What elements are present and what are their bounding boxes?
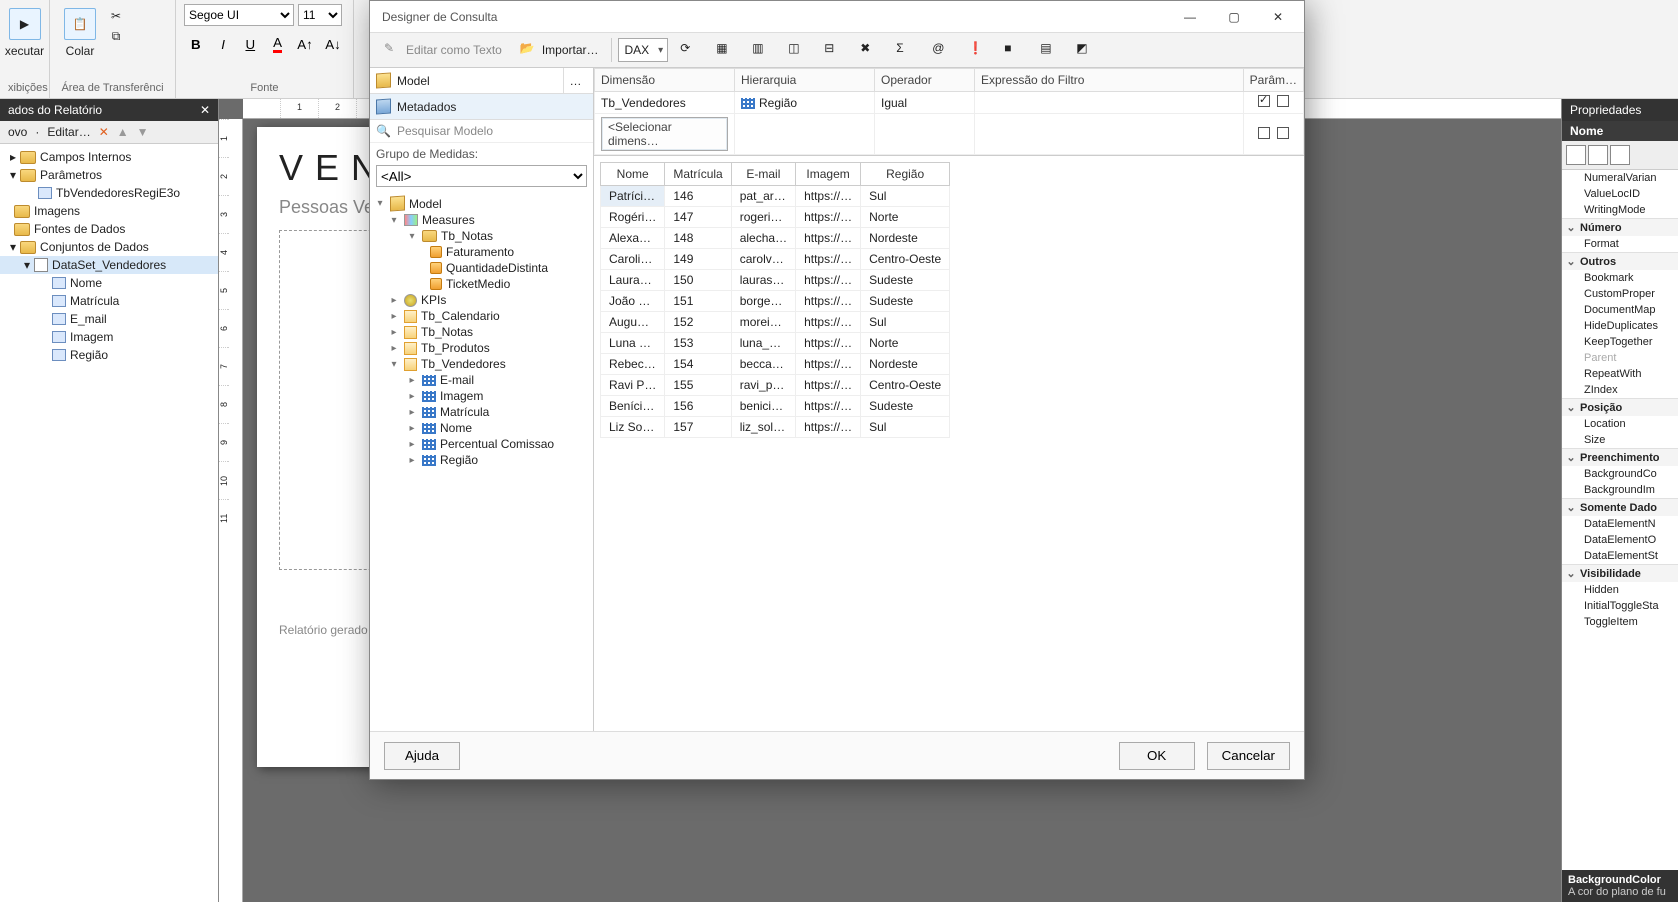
pencil-icon: ✎ bbox=[384, 41, 402, 59]
table-row[interactable]: Alexa…148alecha…https://…Nordeste bbox=[601, 228, 950, 249]
metadata-pane: Model … Metadados 🔍 Pesquisar Modelo Gru… bbox=[370, 68, 594, 731]
dimension-selector[interactable]: <Selecionar dimens… bbox=[601, 117, 728, 151]
query-icon: ◩ bbox=[1076, 41, 1094, 59]
search-icon: 🔍 bbox=[376, 124, 391, 138]
minimize-button[interactable]: — bbox=[1168, 2, 1212, 32]
design-mode-button[interactable]: ▤ bbox=[1034, 37, 1064, 63]
params-button[interactable]: @ bbox=[926, 37, 956, 63]
dimension-icon bbox=[404, 358, 417, 371]
delete-icon: ✖ bbox=[860, 41, 878, 59]
search-input[interactable]: Pesquisar Modelo bbox=[397, 124, 493, 138]
folder-open-icon: 📂 bbox=[520, 41, 538, 59]
close-button[interactable]: ✕ bbox=[1256, 2, 1300, 32]
alert-button[interactable]: ❗ bbox=[962, 37, 992, 63]
folder-icon bbox=[422, 230, 437, 242]
hierarchy-icon bbox=[422, 407, 436, 418]
metadata-tree[interactable]: ▾Model ▾Measures ▾Tb_Notas Faturamento Q… bbox=[370, 191, 593, 731]
measure-icon bbox=[430, 278, 442, 290]
kpi-icon bbox=[404, 294, 417, 307]
exclaim-icon: ❗ bbox=[968, 41, 986, 59]
sigma-icon: Σ bbox=[896, 41, 914, 59]
param-checkbox[interactable] bbox=[1258, 127, 1270, 139]
tb-btn-2[interactable]: ▦ bbox=[710, 37, 740, 63]
filter-row-new[interactable]: <Selecionar dimens… bbox=[595, 114, 1304, 155]
window-icon: ◫ bbox=[788, 41, 806, 59]
metadata-label: Metadados bbox=[397, 100, 456, 114]
param-checkbox-2[interactable] bbox=[1277, 127, 1289, 139]
hierarchy-icon bbox=[422, 423, 436, 434]
hierarchy-icon bbox=[741, 98, 755, 109]
dialog-toolbar: ✎ Editar como Texto 📂 Importar… DAX ⟳ ▦ … bbox=[370, 32, 1304, 68]
query-designer-dialog: Designer de Consulta — ▢ ✕ ✎ Editar como… bbox=[369, 0, 1305, 780]
table-row[interactable]: João …151borge…https://…Sudeste bbox=[601, 291, 950, 312]
metadata-icon bbox=[376, 98, 391, 114]
cube-icon bbox=[390, 195, 405, 211]
ok-button[interactable]: OK bbox=[1119, 742, 1195, 770]
dimension-icon bbox=[404, 310, 417, 323]
dialog-title: Designer de Consulta bbox=[382, 10, 497, 24]
tb-btn-4[interactable]: ◫ bbox=[782, 37, 812, 63]
refresh-icon: ⟳ bbox=[680, 41, 698, 59]
cancel-button[interactable]: Cancelar bbox=[1207, 742, 1290, 770]
dimension-icon bbox=[404, 342, 417, 355]
table-row[interactable]: Beníci…156benici…https://…Sudeste bbox=[601, 396, 950, 417]
measure-group-select[interactable]: <All> bbox=[376, 165, 587, 187]
query-mode-button[interactable]: ◩ bbox=[1070, 37, 1100, 63]
stop-button[interactable]: ■ bbox=[998, 37, 1028, 63]
language-select[interactable]: DAX bbox=[618, 38, 669, 62]
param-checkbox[interactable] bbox=[1258, 95, 1270, 107]
table-row[interactable]: Rogéri…147rogeri…https://…Norte bbox=[601, 207, 950, 228]
filter-grid[interactable]: Dimensão Hierarquia Operador Expressão d… bbox=[594, 68, 1304, 156]
table-row[interactable]: Augu…152morei…https://…Sul bbox=[601, 312, 950, 333]
edit-as-text-button[interactable]: ✎ Editar como Texto bbox=[378, 37, 508, 63]
import-button[interactable]: 📂 Importar… bbox=[514, 37, 605, 63]
table-row[interactable]: Patríci…146pat_ar…https://…Sul bbox=[601, 186, 950, 207]
table-row[interactable]: Ravi P…155ravi_p…https://…Centro-Oeste bbox=[601, 375, 950, 396]
grid-icon: ▦ bbox=[716, 41, 734, 59]
table-row[interactable]: Rebec…154becca…https://…Nordeste bbox=[601, 354, 950, 375]
model-ellipsis-button[interactable]: … bbox=[563, 68, 587, 94]
stop-icon: ■ bbox=[1004, 41, 1022, 59]
table-row[interactable]: Luna …153luna_…https://…Norte bbox=[601, 333, 950, 354]
refresh-button[interactable]: ⟳ bbox=[674, 37, 704, 63]
measure-icon bbox=[430, 246, 442, 258]
hierarchy-icon bbox=[422, 455, 436, 466]
filter-icon: ⊟ bbox=[824, 41, 842, 59]
dimension-icon bbox=[404, 326, 417, 339]
param-checkbox-2[interactable] bbox=[1277, 95, 1289, 107]
toggle-empty-button[interactable]: ⊟ bbox=[818, 37, 848, 63]
maximize-button[interactable]: ▢ bbox=[1212, 2, 1256, 32]
table-row[interactable]: Caroli…149carolv…https://…Centro-Oeste bbox=[601, 249, 950, 270]
tb-btn-3[interactable]: ▥ bbox=[746, 37, 776, 63]
param-icon: @ bbox=[932, 41, 950, 59]
table-row[interactable]: Liz So…157liz_sol…https://…Sul bbox=[601, 417, 950, 438]
result-grid[interactable]: Nome Matrícula E-mail Imagem Região Patr… bbox=[600, 162, 950, 438]
calc-button[interactable]: Σ bbox=[890, 37, 920, 63]
delete-button[interactable]: ✖ bbox=[854, 37, 884, 63]
design-icon: ▤ bbox=[1040, 41, 1058, 59]
model-label: Model bbox=[397, 74, 557, 88]
help-button[interactable]: Ajuda bbox=[384, 742, 460, 770]
hierarchy-icon bbox=[422, 391, 436, 402]
hierarchy-icon bbox=[422, 375, 436, 386]
filter-row[interactable]: Tb_Vendedores Região Igual bbox=[595, 92, 1304, 114]
table-row[interactable]: Laura…150lauras…https://…Sudeste bbox=[601, 270, 950, 291]
hierarchy-icon bbox=[422, 439, 436, 450]
measure-group-label: Grupo de Medidas: bbox=[370, 143, 593, 161]
measures-icon bbox=[404, 214, 418, 226]
cube-icon bbox=[376, 72, 391, 88]
table-icon: ▥ bbox=[752, 41, 770, 59]
measure-icon bbox=[430, 262, 442, 274]
